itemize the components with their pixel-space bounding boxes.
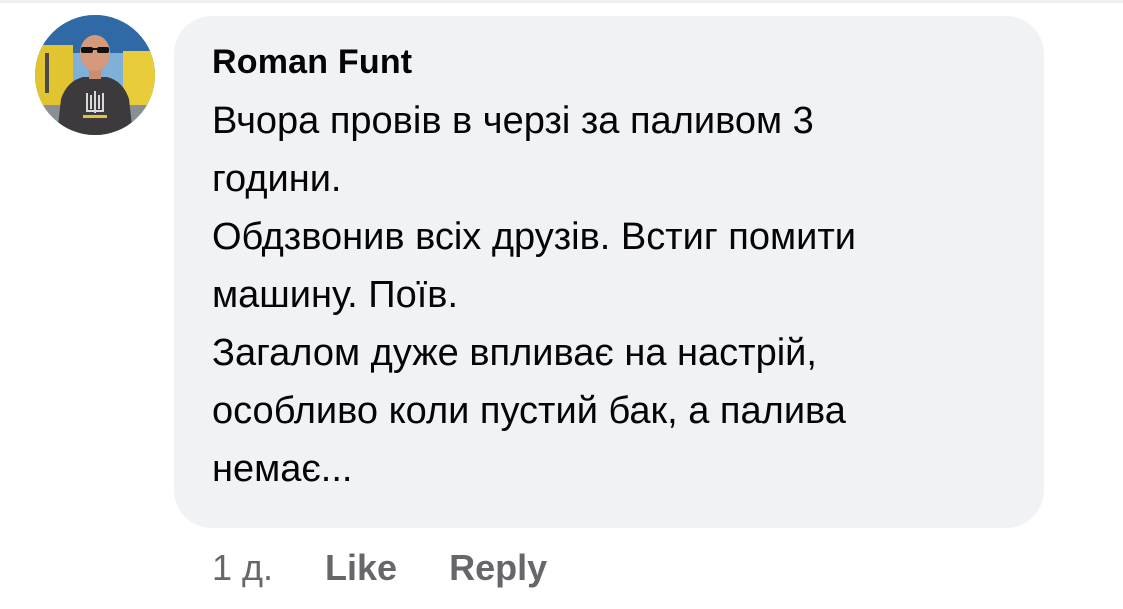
comment-bubble: Roman Funt Вчора провів в черзі за палив… bbox=[174, 16, 1044, 528]
top-divider bbox=[0, 0, 1123, 3]
avatar-photo bbox=[35, 15, 155, 135]
comment-actions: 1 д. Like Reply bbox=[212, 540, 547, 596]
reply-button[interactable]: Reply bbox=[449, 547, 547, 589]
like-button[interactable]: Like bbox=[325, 547, 397, 589]
comment-line: особливо коли пустий бак, а палива bbox=[212, 390, 846, 432]
avatar[interactable] bbox=[35, 15, 155, 135]
comment-text: Вчора провів в черзі за паливом 3 години… bbox=[212, 92, 1014, 498]
comment-line: Вчора провів в черзі за паливом 3 bbox=[212, 100, 814, 142]
comment-line: години. bbox=[212, 158, 342, 200]
comment-author[interactable]: Roman Funt bbox=[212, 42, 1014, 82]
comment-line: Обдзвонив всіх друзів. Встиг помити bbox=[212, 216, 856, 258]
comment-line: Загалом дуже впливає на настрій, bbox=[212, 332, 817, 374]
comment-line: машину. Поїв. bbox=[212, 274, 459, 316]
comment-line: немає... bbox=[212, 448, 353, 490]
comment-timestamp[interactable]: 1 д. bbox=[212, 547, 273, 589]
